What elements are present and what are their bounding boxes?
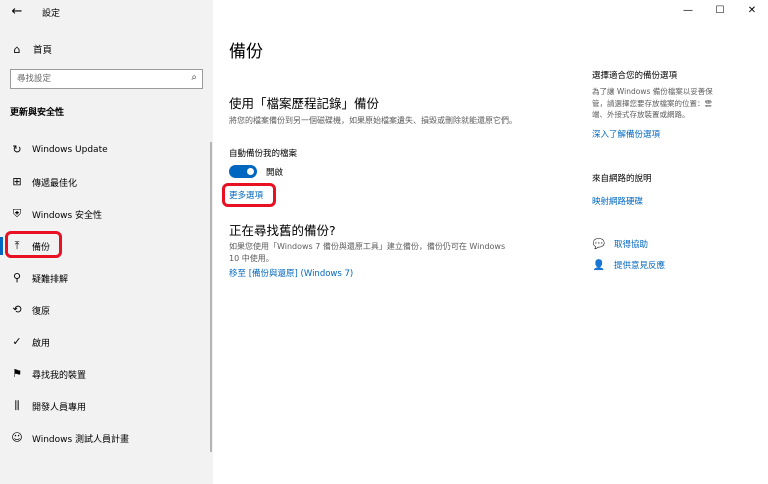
sidebar-item-recovery[interactable]: ⟲ 復原	[0, 294, 213, 326]
sidebar-item-windows-update[interactable]: ↻ Windows Update	[0, 134, 213, 166]
sidebar-item-find-my-device[interactable]: ⚑ 尋找我的裝置	[0, 358, 213, 390]
sidebar-item-windows-insider[interactable]: ☺ Windows 測試人員計畫	[0, 422, 213, 454]
older-backup-heading: 正在尋找舊的備份?	[229, 223, 336, 238]
sidebar-scrollbar[interactable]	[210, 142, 212, 452]
map-network-drive-link[interactable]: 映射網路硬碟	[592, 195, 643, 207]
file-history-heading: 使用「檔案歷程記錄」備份	[229, 96, 380, 111]
give-feedback-link[interactable]: 👤 提供意見反應	[592, 259, 666, 272]
toggle-knob	[247, 168, 254, 175]
close-button[interactable]: ✕	[736, 0, 768, 22]
sidebar-item-delivery-optimization[interactable]: ⊞ 傳遞最佳化	[0, 166, 213, 198]
help-chat-icon: 💬	[592, 238, 606, 250]
maximize-button[interactable]: ☐	[704, 0, 736, 22]
nav-home-label: 首頁	[33, 45, 53, 56]
search-icon[interactable]: ⌕	[191, 72, 197, 83]
older-backup-description: 如果您使用「Windows 7 備份與還原工具」建立備份，備份仍可在 Windo…	[229, 242, 506, 263]
sidebar-item-label: 啟用	[32, 338, 51, 349]
sidebar-item-label: Windows Update	[32, 145, 108, 155]
backup-upload-icon: ⤒	[14, 239, 20, 252]
section-label: 更新與安全性	[10, 108, 65, 118]
web-help-heading: 來自網路的說明	[592, 174, 652, 184]
recovery-icon: ⟲	[12, 303, 22, 316]
minimize-button[interactable]: —	[672, 0, 704, 22]
delivery-optimization-icon: ⊞	[12, 175, 22, 188]
sidebar-item-backup[interactable]: ⤒ 備份	[0, 230, 213, 262]
selection-indicator	[0, 237, 3, 255]
auto-backup-toggle[interactable]	[229, 165, 257, 178]
auto-backup-label: 自動備份我的檔案	[229, 149, 298, 159]
choose-backup-description: 為了讓 Windows 備份檔案以妥善保管，請選擇您要存放檔案的位置：雲端、外接…	[592, 87, 713, 119]
sidebar-item-label: Windows 測試人員計畫	[32, 434, 130, 445]
sidebar-item-label: 疑難排解	[32, 274, 69, 285]
refresh-icon: ↻	[12, 143, 22, 156]
sidebar-item-label: 備份	[32, 242, 51, 253]
more-options-link[interactable]: 更多選項	[229, 189, 263, 201]
nav-home[interactable]: ⌂ 首頁	[10, 41, 53, 57]
window-title: 設定	[42, 9, 61, 19]
search-box[interactable]: ⌕	[10, 69, 203, 89]
sidebar: ← 設定 ⌂ 首頁 ⌕ 更新與安全性 ↻ Windows Update ⊞ 傳遞…	[0, 0, 213, 484]
get-help-link[interactable]: 💬 取得協助	[592, 238, 649, 251]
sidebar-item-troubleshoot[interactable]: ⚲ 疑難排解	[0, 262, 213, 294]
find-device-icon: ⚑	[12, 367, 22, 380]
insider-icon: ☺	[11, 431, 23, 444]
sidebar-item-label: 尋找我的裝置	[32, 370, 87, 381]
feedback-icon: 👤	[592, 259, 606, 271]
check-circle-icon: ✓	[12, 335, 22, 348]
titlebar-left: ← 設定	[0, 0, 213, 26]
back-arrow-icon[interactable]: ←	[6, 3, 28, 21]
search-input[interactable]	[17, 72, 177, 86]
home-icon: ⌂	[13, 42, 21, 56]
shield-icon: ⛨	[12, 207, 22, 220]
sidebar-item-label: 復原	[32, 306, 51, 317]
get-help-label: 取得協助	[614, 240, 649, 250]
sidebar-item-label: Windows 安全性	[32, 210, 103, 221]
give-feedback-label: 提供意見反應	[614, 261, 666, 271]
sidebar-item-activation[interactable]: ✓ 啟用	[0, 326, 213, 358]
backup-restore-win7-link[interactable]: 移至 [備份與還原] (Windows 7)	[229, 267, 353, 279]
file-history-description: 將您的檔案備份到另一個磁碟機，如果原始檔案遺失、損毀或刪除就能還原它們。	[229, 116, 517, 125]
choose-backup-heading: 選擇適合您的備份選項	[592, 71, 678, 81]
sidebar-item-label: 開發人員專用	[32, 402, 87, 413]
developer-icon: ⫼	[14, 399, 20, 412]
window-controls: — ☐ ✕	[672, 0, 768, 24]
sidebar-item-label: 傳遞最佳化	[32, 178, 78, 189]
toggle-state-label: 開啟	[266, 168, 284, 178]
sidebar-item-windows-security[interactable]: ⛨ Windows 安全性	[0, 198, 213, 230]
sidebar-item-for-developers[interactable]: ⫼ 開發人員專用	[0, 390, 213, 422]
wrench-icon: ⚲	[12, 271, 22, 284]
learn-backup-options-link[interactable]: 深入了解備份選項	[592, 128, 660, 140]
page-title: 備份	[229, 42, 263, 62]
